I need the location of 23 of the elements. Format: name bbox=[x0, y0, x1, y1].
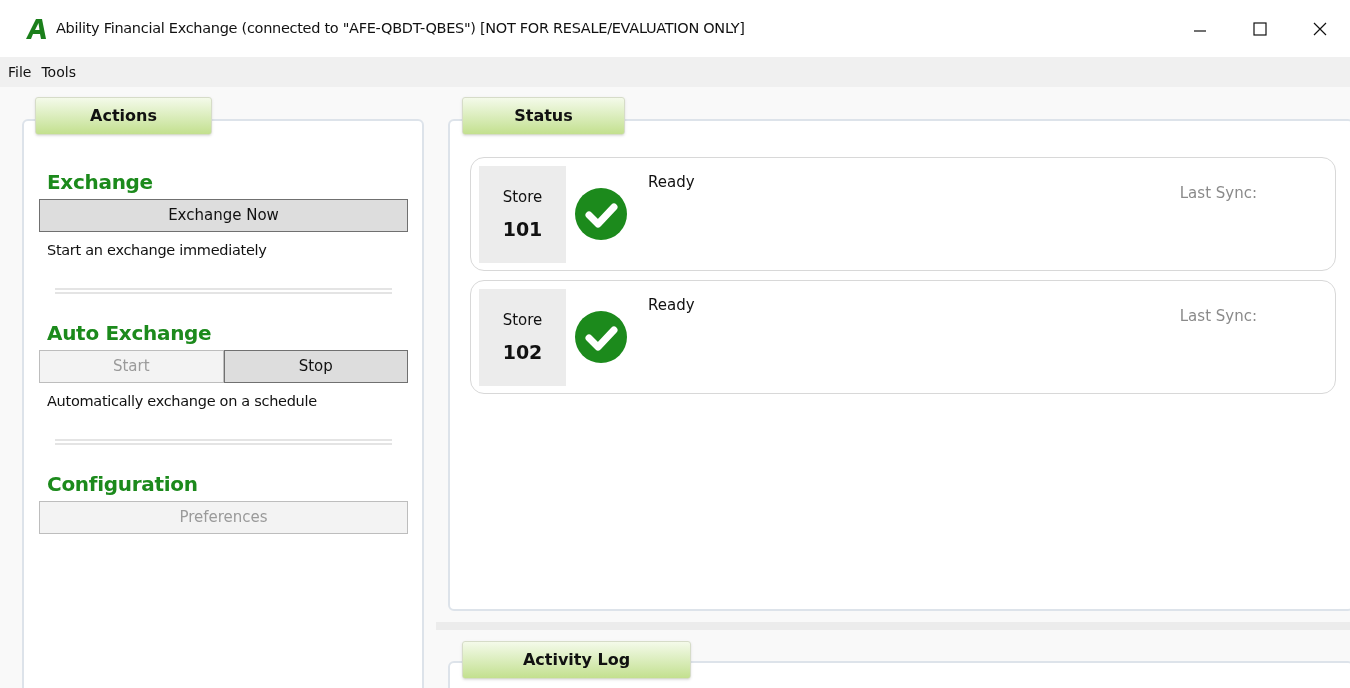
group-header: Actions bbox=[35, 97, 212, 135]
last-sync-label: Last Sync: bbox=[1179, 306, 1257, 327]
group-header: Activity Log bbox=[462, 641, 691, 679]
group-header: Status bbox=[462, 97, 625, 135]
section-heading: Exchange bbox=[46, 169, 154, 195]
menu-item[interactable]: File bbox=[6, 61, 34, 83]
store-state: Ready bbox=[648, 295, 695, 316]
last-sync-label: Last Sync: bbox=[1179, 183, 1257, 204]
window-title: Ability Financial Exchange (connected to "AFE-QBDT-QBES") [NOT FOR RESALE/EVALUATION ONLY] bbox=[56, 18, 745, 38]
check-icon bbox=[574, 310, 628, 364]
section-description: Automatically exchange on a schedule bbox=[46, 391, 318, 411]
store-label: Store bbox=[502, 310, 543, 331]
store-label: Store bbox=[502, 187, 543, 208]
store-number: 101 bbox=[502, 216, 543, 242]
section-heading: Auto Exchange bbox=[46, 319, 213, 346]
check-icon bbox=[574, 187, 628, 241]
section-heading: Configuration bbox=[46, 470, 199, 497]
section-description: Start an exchange immediately bbox=[46, 241, 268, 260]
store-state: Ready bbox=[648, 172, 695, 193]
store-number: 102 bbox=[502, 339, 543, 365]
action-button[interactable]: Exchange Now bbox=[39, 199, 408, 232]
action-button[interactable]: Stop bbox=[223, 349, 408, 383]
menu-item[interactable]: Tools bbox=[39, 61, 78, 83]
